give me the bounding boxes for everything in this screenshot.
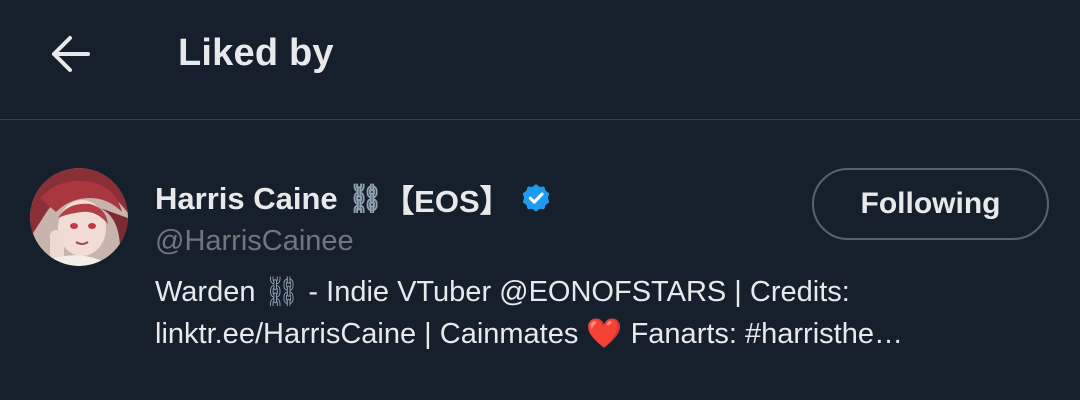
liked-by-screen: Liked by Harris Caine ⛓ 【EOS】 @HarrisCai… xyxy=(0,0,1080,400)
arrow-left-icon xyxy=(52,36,90,72)
bio-line-2: linktr.ee/HarrisCaine | Cainmates ❤️ Fan… xyxy=(155,313,1045,355)
chain-icon: ⛓ xyxy=(263,276,301,308)
bio-text: Warden xyxy=(155,276,264,308)
avatar[interactable] xyxy=(30,168,128,266)
user-list-item[interactable]: Harris Caine ⛓ 【EOS】 @HarrisCainee Warde… xyxy=(0,121,1080,400)
user-bio: Warden ⛓ - Indie VTuber @EONOFSTARS | Cr… xyxy=(155,271,1055,355)
page-title: Liked by xyxy=(178,32,334,74)
bio-text: linktr.ee/HarrisCaine | Cainmates xyxy=(155,318,587,350)
chain-icon: ⛓ xyxy=(347,183,384,214)
user-name-line[interactable]: Harris Caine ⛓ 【EOS】 xyxy=(155,176,553,221)
back-button[interactable] xyxy=(40,24,100,84)
bio-text: - Indie VTuber @EONOFSTARS | Credits: xyxy=(300,276,850,308)
avatar-image xyxy=(30,168,128,266)
following-button[interactable]: Following xyxy=(812,168,1049,240)
user-display-name: Harris Caine xyxy=(155,180,338,216)
bio-text: Fanarts: #harristhe… xyxy=(622,318,903,350)
verified-badge-icon xyxy=(519,182,553,216)
user-name-tag: 【EOS】 xyxy=(383,184,511,219)
bio-line-1: Warden ⛓ - Indie VTuber @EONOFSTARS | Cr… xyxy=(155,271,1045,313)
user-handle[interactable]: @HarrisCainee xyxy=(155,225,354,258)
header-bar: Liked by xyxy=(0,0,1080,120)
heart-icon: ❤️ xyxy=(586,318,623,350)
